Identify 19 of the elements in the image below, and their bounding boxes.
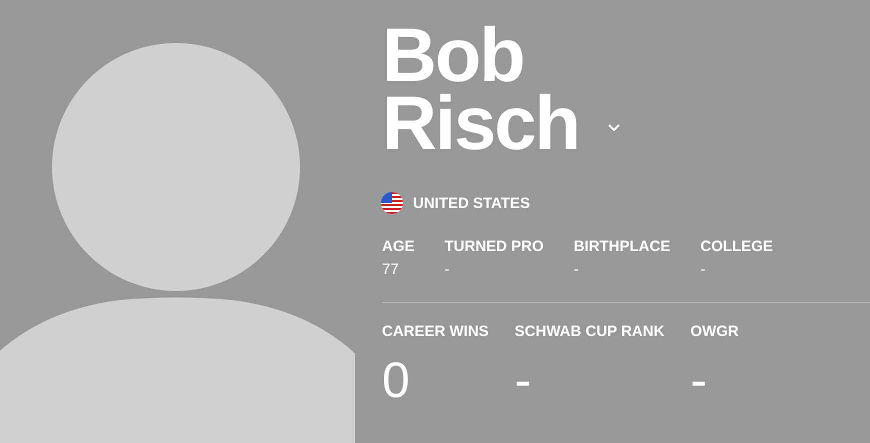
player-last-name: Risch xyxy=(382,90,579,158)
flag-icon xyxy=(381,192,403,214)
bio-label: AGE xyxy=(382,238,415,255)
bio-value: - xyxy=(574,261,580,278)
bio-value: - xyxy=(444,261,451,278)
bio-label: COLLEGE xyxy=(700,238,773,255)
stat-label: SCHWAB CUP RANK xyxy=(514,323,664,340)
country-name: UNITED STATES xyxy=(413,194,530,212)
bio-value: - xyxy=(700,261,706,278)
stat-value: - xyxy=(690,352,708,408)
stat-value: 0 xyxy=(382,352,411,408)
chevron-down-icon[interactable] xyxy=(606,123,621,133)
stat-label: CAREER WINS xyxy=(382,323,489,340)
player-first-name: Bob xyxy=(382,22,524,90)
bio-label: BIRTHPLACE xyxy=(574,238,670,255)
bio-label: TURNED PRO xyxy=(444,238,544,255)
bio-value: 77 xyxy=(382,261,400,278)
stat-value: - xyxy=(514,352,532,408)
stat-label: OWGR xyxy=(690,323,739,340)
